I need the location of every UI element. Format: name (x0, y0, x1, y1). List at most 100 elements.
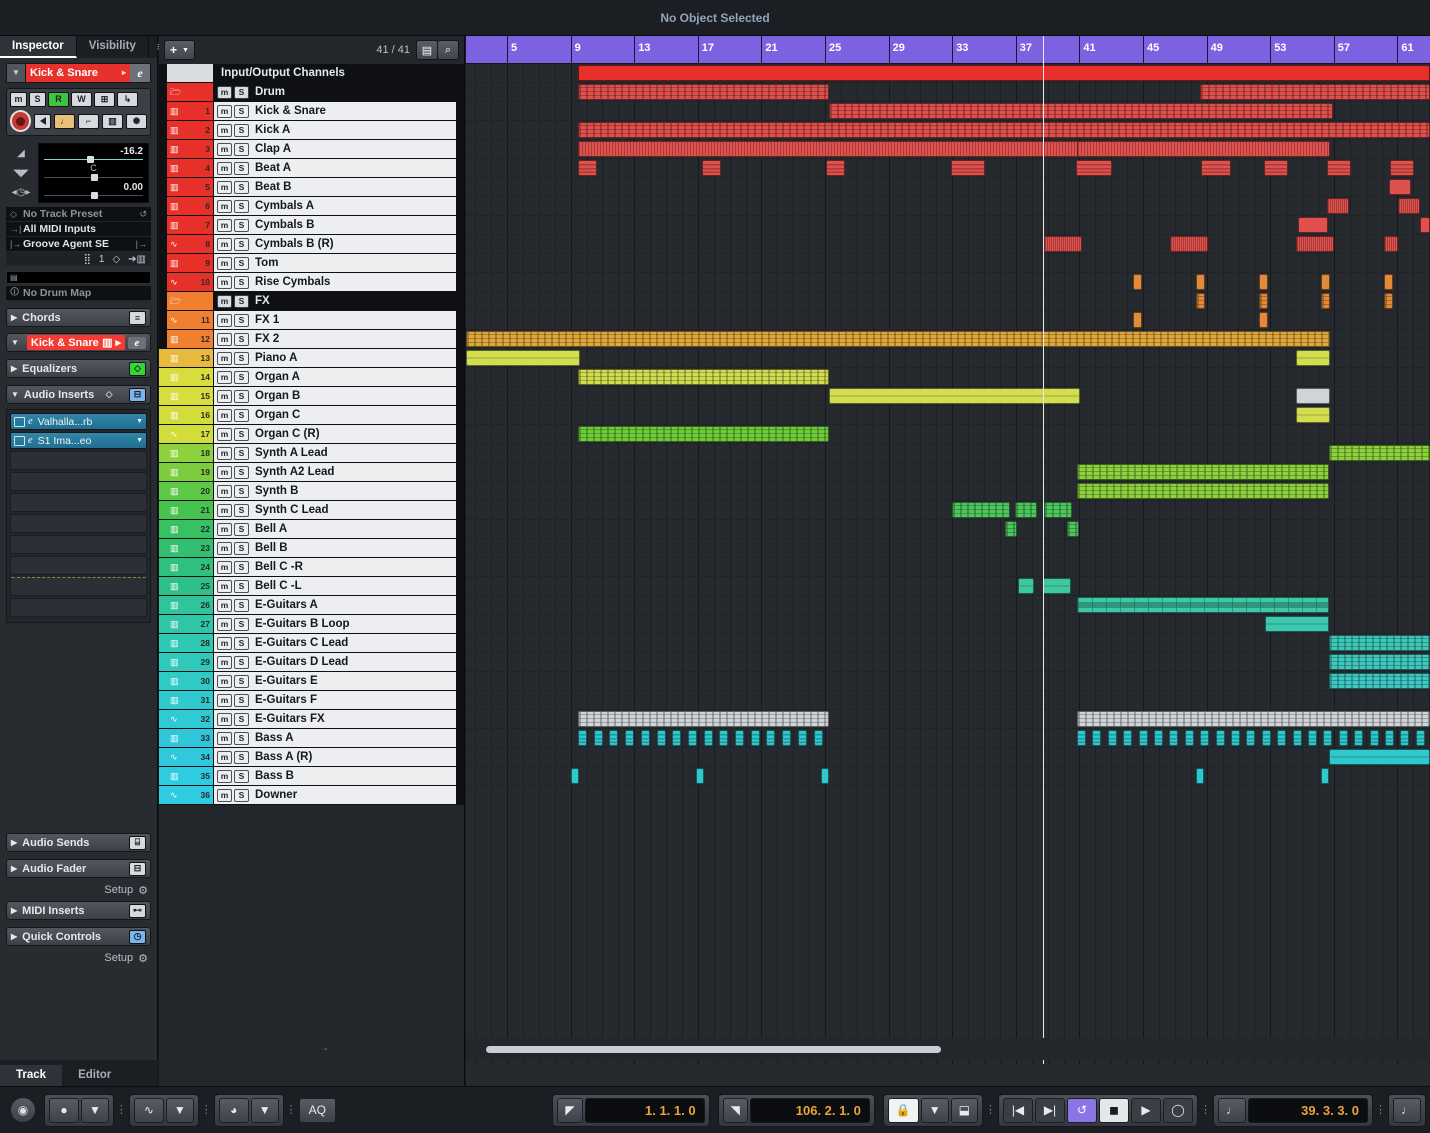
track-type-indicator[interactable]: ▥ 12 (167, 330, 213, 348)
track-solo-button[interactable]: S (234, 199, 249, 213)
bypass-inserts-button[interactable]: ✺ (126, 113, 147, 129)
track-mute-button[interactable]: m (217, 218, 232, 232)
track-solo-button[interactable]: S (234, 427, 249, 441)
reset-icon[interactable]: ↺ (139, 209, 147, 220)
track-solo-button[interactable]: S (234, 541, 249, 555)
track-type-indicator[interactable]: ▥ 35 (167, 767, 213, 785)
track-mute-button[interactable]: m (217, 294, 232, 308)
track-solo-button[interactable]: S (234, 351, 249, 365)
track-type-indicator[interactable]: ▥ 26 (167, 596, 213, 614)
pan-slider[interactable]: C (42, 163, 145, 182)
footer-tab-editor[interactable]: Editor (62, 1065, 127, 1086)
track-type-indicator[interactable]: ▥ 25 (167, 577, 213, 595)
arrange-clip[interactable] (1043, 578, 1071, 594)
scrollbar-thumb[interactable] (486, 1045, 941, 1053)
track-type-indicator[interactable]: ▥ 29 (167, 653, 213, 671)
arrange-clip[interactable] (625, 730, 635, 746)
arrange-lane[interactable] (466, 197, 1430, 216)
chevron-down-icon[interactable]: ▼ (136, 418, 143, 425)
left-locator-display[interactable]: 1. 1. 1. 0 (584, 1097, 705, 1123)
track-row[interactable]: ▥ 33 m S Bass A (159, 729, 464, 748)
track-type-indicator[interactable]: ∿ 10 (167, 273, 213, 291)
track-row[interactable]: ▥ 29 m S E-Guitars D Lead (159, 653, 464, 672)
arrange-lane[interactable] (466, 539, 1430, 558)
lock-button[interactable]: ⌐ (78, 113, 99, 129)
chevron-down-icon[interactable]: ▼ (250, 1097, 279, 1123)
track-mute-button[interactable]: m (217, 636, 232, 650)
arrange-lane[interactable] (466, 216, 1430, 235)
io-channels-row[interactable]: 🗀 Input/Output Channels (159, 64, 464, 83)
track-solo-button[interactable]: S (234, 161, 249, 175)
track-row[interactable]: ▥ 16 m S Organ C (159, 406, 464, 425)
track-row[interactable]: ▥ 7 m S Cymbals B (159, 216, 464, 235)
track-mute-button[interactable]: m (217, 712, 232, 726)
footer-tab-track[interactable]: Track (0, 1065, 63, 1086)
track-mute-button[interactable]: m (217, 788, 232, 802)
track-solo-button[interactable]: S (234, 104, 249, 118)
arrange-clip[interactable] (1327, 198, 1349, 214)
track-row[interactable]: ∿ 11 m S FX 1 (159, 311, 464, 330)
delay-slider[interactable]: 0.00 (42, 182, 145, 200)
arrange-clip[interactable] (1329, 445, 1430, 461)
arrange-lane[interactable] (466, 292, 1430, 311)
chords-badge-icon[interactable]: ≡ (129, 310, 146, 325)
track-row[interactable]: ▥ 27 m S E-Guitars B Loop (159, 615, 464, 634)
arrange-clip[interactable] (1259, 274, 1268, 290)
track-type-indicator[interactable]: ▥ 18 (167, 444, 213, 462)
track-solo-button[interactable]: S (234, 332, 249, 346)
mute-button[interactable]: m (10, 92, 27, 107)
arrange-clip[interactable] (1398, 198, 1420, 214)
arrange-clip[interactable] (952, 502, 1010, 518)
track-mute-button[interactable]: m (217, 731, 232, 745)
arrange-clip[interactable] (1200, 84, 1430, 100)
insert-slot-9[interactable] (10, 577, 147, 596)
track-type-indicator[interactable]: ▥ 33 (167, 729, 213, 747)
track-mute-button[interactable]: m (217, 484, 232, 498)
track-row[interactable]: ∿ 17 m S Organ C (R) (159, 425, 464, 444)
arrange-lane[interactable] (466, 273, 1430, 292)
arrange-clip[interactable] (1296, 407, 1330, 423)
playhead[interactable] (1043, 64, 1044, 1064)
arrange-clip[interactable] (1077, 597, 1329, 613)
arrange-clip[interactable] (1385, 730, 1394, 746)
track-type-indicator[interactable]: ▥ 27 (167, 615, 213, 633)
track-preset-row[interactable]: ◇ No Track Preset ↺ (6, 207, 151, 222)
arrange-clip[interactable] (578, 65, 1430, 81)
automation-mode-button[interactable]: ◕ (218, 1097, 249, 1123)
arrange-clip[interactable] (1321, 768, 1329, 784)
arrange-lane[interactable] (466, 235, 1430, 254)
arrange-clip[interactable] (1390, 160, 1414, 176)
arrange-lane[interactable] (466, 691, 1430, 710)
output-routing-row[interactable]: |→ Groove Agent SE |→ (6, 237, 151, 252)
audio-fader-section[interactable]: ▶ Audio Fader ⊟ (6, 859, 151, 878)
chevron-down-icon[interactable]: ▼ (81, 1097, 109, 1123)
track-type-indicator[interactable]: ▥ 28 (167, 634, 213, 652)
musical-mode-button[interactable]: ♩ (54, 113, 75, 129)
track-mute-button[interactable]: m (217, 332, 232, 346)
arrange-lane[interactable] (466, 311, 1430, 330)
track-mute-button[interactable]: m (217, 389, 232, 403)
arrange-clip[interactable] (1321, 274, 1330, 290)
track-type-indicator[interactable]: ▥ 1 (167, 102, 213, 120)
arrange-clip[interactable] (687, 730, 697, 746)
arrange-clip[interactable] (1044, 236, 1082, 252)
arrange-clip[interactable] (1133, 312, 1142, 328)
arrange-clip[interactable] (578, 160, 597, 176)
track-solo-button[interactable]: S (234, 389, 249, 403)
arrange-clip[interactable] (1296, 350, 1330, 366)
track-type-indicator[interactable]: ▥ 4 (167, 159, 213, 177)
arrange-clip[interactable] (1259, 293, 1268, 309)
track-mute-button[interactable]: m (217, 408, 232, 422)
track-mute-button[interactable]: m (217, 541, 232, 555)
track-mute-button[interactable]: m (217, 104, 232, 118)
power-icon[interactable] (14, 416, 25, 427)
arrange-clip[interactable] (750, 730, 760, 746)
arrange-clip[interactable] (1338, 730, 1348, 746)
track-row[interactable]: ▥ 13 m S Piano A (159, 349, 464, 368)
track-type-indicator[interactable]: 🗁 (167, 292, 213, 310)
arrange-clip[interactable] (1327, 160, 1351, 176)
track-row[interactable]: ▥ 28 m S E-Guitars C Lead (159, 634, 464, 653)
monitor-button[interactable] (34, 113, 51, 129)
arrange-lane[interactable] (466, 444, 1430, 463)
horizontal-scrollbar[interactable] (466, 1038, 1430, 1060)
